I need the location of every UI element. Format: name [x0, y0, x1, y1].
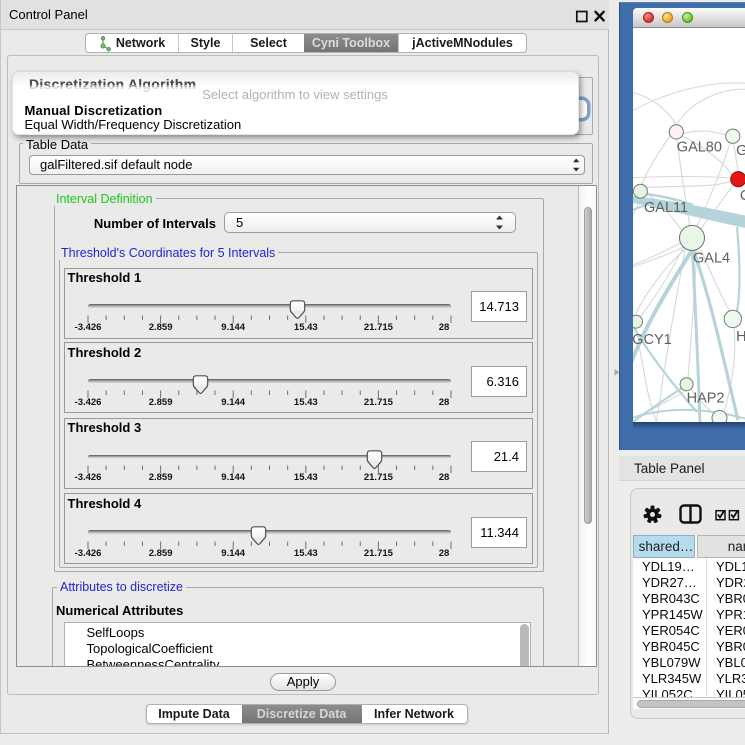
svg-text:GA: GA — [736, 143, 745, 159]
svg-text:HAP2: HAP2 — [686, 391, 724, 407]
svg-text:GAL4: GAL4 — [693, 251, 730, 267]
svg-text:GCY1: GCY1 — [633, 332, 672, 348]
svg-text:H: H — [736, 329, 745, 345]
svg-text:GAL11: GAL11 — [644, 200, 688, 216]
svg-text:C: C — [739, 188, 745, 204]
svg-text:GAL80: GAL80 — [676, 140, 721, 156]
